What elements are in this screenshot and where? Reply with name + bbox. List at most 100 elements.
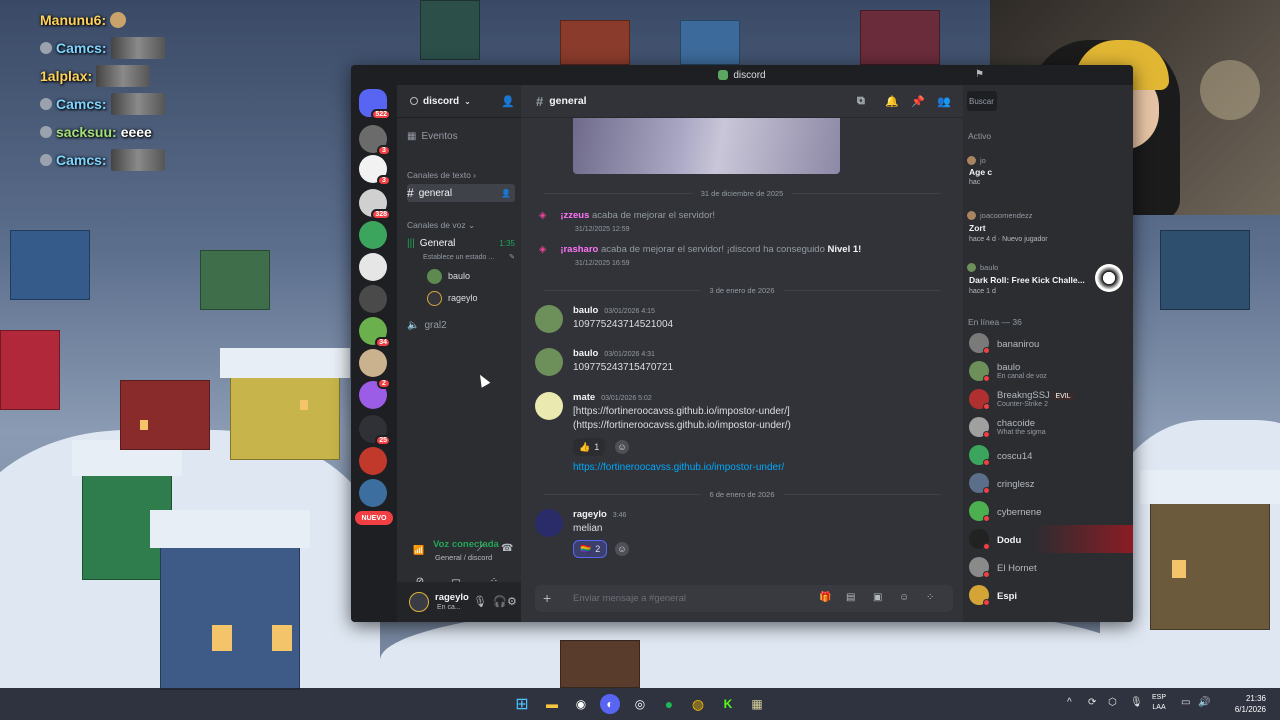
sticker-icon[interactable]: ▣ [873,592,882,603]
author-name[interactable]: rageylo [573,509,607,520]
member-item[interactable]: bananirou [967,329,1133,357]
text-channels-category[interactable]: Canales de texto › [407,170,476,180]
activity-card[interactable]: baulo Dark Roll: Free Kick Challe... hac… [963,262,1133,302]
server-icon[interactable]: 328 [359,189,391,220]
message-composer[interactable]: + Enviar mensaje a #general 🎁 ▤ ▣ ☺ ⁘ [535,585,953,612]
add-reaction-icon[interactable]: ☺ [615,440,629,454]
gift-icon[interactable]: 🎁 [819,592,831,603]
server-icon[interactable] [359,285,387,313]
discord-window[interactable]: discord ⚑ 522 3 3 328 34 2 25 NUEVO disc… [351,65,1133,622]
voice-status-input[interactable]: Establece un estado ... ✎ [423,248,515,266]
voice-user[interactable]: rageylo [427,289,478,307]
steam-icon[interactable]: ◉ [571,694,591,714]
language-indicator[interactable]: ESP LAA [1152,693,1166,713]
search-input[interactable]: Buscar [967,91,997,111]
reaction-thumbs-up[interactable]: 👍 1 [573,438,606,456]
threads-icon[interactable]: ⧉ [857,95,865,108]
member-item[interactable]: Dodu [967,525,1133,553]
voice-user[interactable]: baulo [427,267,470,285]
sync-icon[interactable]: ⟳ [1088,697,1096,708]
discord-icon[interactable]: ◐ [600,694,620,714]
server-icon[interactable]: 3 [359,155,391,186]
guild-header[interactable]: discord ⌄ 👤 [397,85,521,118]
chrome-icon[interactable]: ◍ [688,694,708,714]
disconnect-icon[interactable]: ☎ [501,543,513,554]
kick-icon[interactable]: K [718,694,738,714]
server-icon[interactable]: 34 [359,317,391,348]
author-name[interactable]: baulo [573,305,598,316]
direct-messages-button[interactable]: 522 [359,89,391,120]
add-user-icon[interactable]: 👤 [501,95,515,108]
activity-card[interactable]: joacoomendezz Zort hace 4 d · Nuevo juga… [963,210,1133,250]
message-author: mate 03/01/2026 5:02 [573,392,652,403]
server-icon[interactable]: 2 [359,378,391,409]
bell-icon[interactable]: 🔔 [885,95,899,108]
signal-icon[interactable]: 📶 [413,545,425,555]
system-user[interactable]: ¡zzeus [560,210,589,221]
network-icon[interactable]: ⬡ [1108,697,1117,708]
member-item[interactable]: cybernene [967,497,1133,525]
spotify-icon[interactable]: ● [659,694,679,714]
pin-icon[interactable]: 📌 [911,95,925,108]
windows-start-icon[interactable]: ⊞ [512,694,532,714]
server-icon[interactable] [359,479,387,507]
composer-placeholder[interactable]: Enviar mensaje a #general [573,593,686,604]
apps-icon[interactable]: ⁘ [926,592,934,603]
headphones-icon[interactable]: 🎧 [493,595,507,608]
member-list-icon[interactable]: 👥 [937,95,951,108]
microphone-icon[interactable]: 🎙 [1130,697,1143,708]
avatar[interactable] [535,348,563,376]
gear-icon[interactable]: ⚙ [507,595,517,608]
events-item[interactable]: ▦ Eventos [407,127,515,145]
channel-general[interactable]: # general 👤 [407,184,515,202]
new-badge[interactable]: NUEVO [355,511,393,525]
server-icon[interactable]: 3 [359,125,391,156]
flag-icon[interactable]: ⚑ [975,69,985,80]
gif-icon[interactable]: ▤ [846,592,855,603]
member-item[interactable]: BreakngSSJ EVIL Counter-Strike 2 [967,385,1133,413]
app-icon[interactable]: ▦ [747,694,767,714]
add-member-icon[interactable]: 👤 [501,189,511,198]
file-explorer-icon[interactable]: ▬ [542,694,562,714]
clock[interactable]: 21:36 6/1/2026 [1235,693,1266,715]
server-icon[interactable]: 25 [359,415,391,446]
plus-icon[interactable]: + [543,590,551,606]
server-icon[interactable] [359,349,387,377]
avatar[interactable] [535,392,563,420]
obs-icon[interactable]: ◎ [630,694,650,714]
noise-suppression-icon[interactable]: ⟋ [477,543,484,554]
voice-channels-category[interactable]: Canales de voz ⌄ [407,220,475,231]
system-user[interactable]: ¡rasharo [560,244,598,255]
member-item[interactable]: chacoide What the sigma [967,413,1133,441]
level-text: Nivel 1! [827,244,862,255]
embedded-image[interactable] [573,118,840,174]
member-item[interactable]: coscu14 [967,441,1133,469]
server-icon[interactable] [359,221,387,249]
volume-icon[interactable]: 🔊 [1198,697,1210,708]
voice-channel-gral2[interactable]: 🔈 gral2 [407,316,515,334]
avatar[interactable] [409,592,429,612]
add-reaction-icon[interactable]: ☺ [615,542,629,556]
user-name[interactable]: rageylo [435,592,469,603]
member-item[interactable]: Espi [967,581,1133,609]
member-item[interactable]: El Hornet [967,553,1133,581]
message-text: 109775243714521004 [573,319,674,330]
monitor-icon[interactable]: ▭ [1181,697,1190,708]
microphone-icon[interactable]: 🎙 [473,595,487,608]
avatar[interactable] [535,509,563,537]
author-name[interactable]: mate [573,392,595,403]
title-bar[interactable]: discord ⚑ [351,65,1133,85]
server-icon[interactable] [359,253,387,281]
voice-status[interactable]: Voz conectada [433,539,499,550]
activity-card[interactable]: jo Age c hac [963,155,1133,195]
member-item[interactable]: cringlesz [967,469,1133,497]
author-name[interactable]: baulo [573,348,598,359]
member-item[interactable]: baulo En canal de voz [967,357,1133,385]
message-link[interactable]: https://fortineroocavss.github.io/impost… [573,462,784,473]
reaction-rainbow-flag[interactable]: 🏳️‍🌈 2 [573,540,608,558]
emoji-icon[interactable]: ☺ [899,592,909,603]
member-status-text: Counter-Strike 2 [997,401,1048,408]
chevron-up-icon[interactable]: ^ [1067,697,1072,708]
server-icon[interactable] [359,447,387,475]
avatar[interactable] [535,305,563,333]
